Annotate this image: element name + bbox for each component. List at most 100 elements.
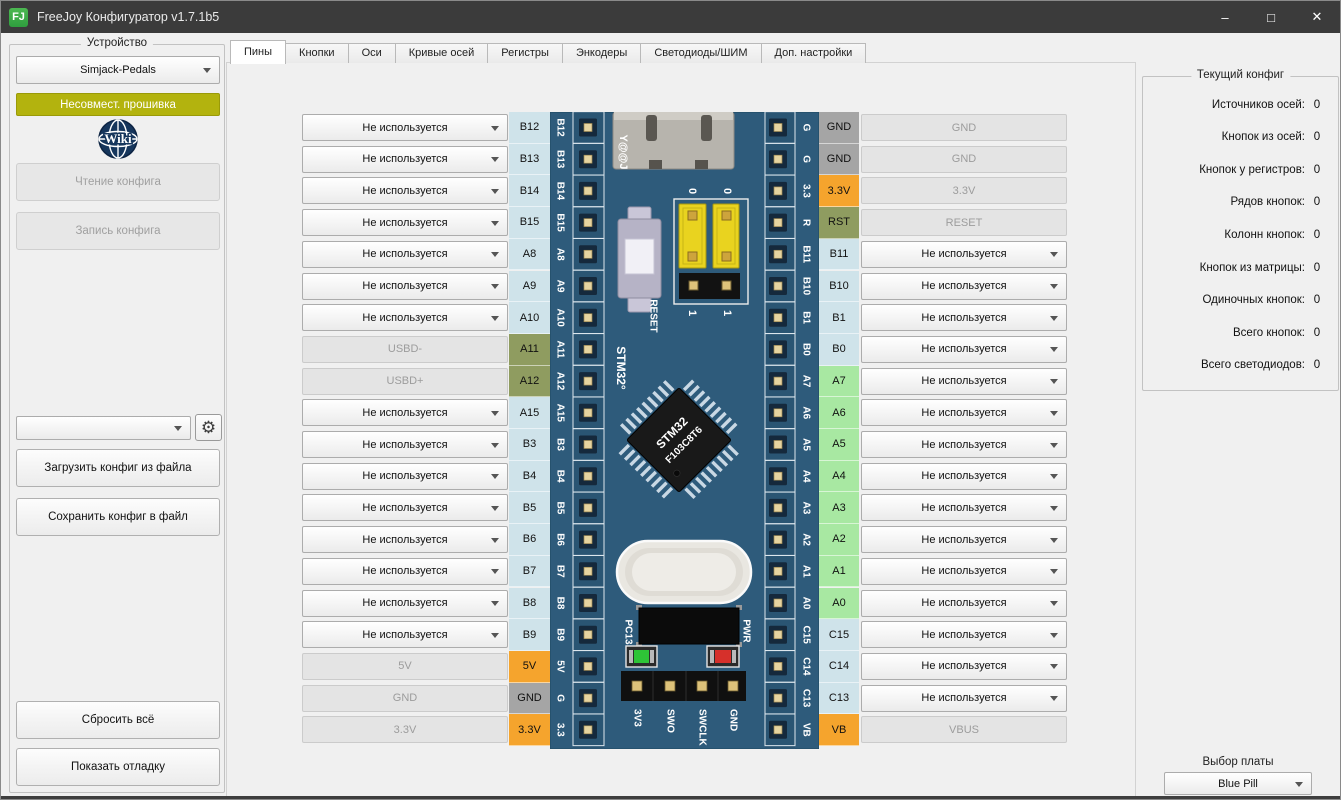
stat-row: Кнопок из осей:0 <box>1151 130 1329 145</box>
silkscreen-label: B13 <box>555 150 566 169</box>
stm32-silk-label: STM32° <box>614 346 628 390</box>
pin-select-A3[interactable]: Не используется <box>861 494 1067 521</box>
silkscreen-label: A9 <box>555 280 566 293</box>
minimize-button[interactable]: – <box>1202 1 1248 33</box>
tab-Светодиоды/ШИМ[interactable]: Светодиоды/ШИМ <box>640 43 761 63</box>
stat-row: Кнопок у регистров:0 <box>1151 162 1329 177</box>
pin-select-A0[interactable]: Не используется <box>861 590 1067 617</box>
dropdown-arrow-icon <box>1050 538 1058 543</box>
pin-label-right-C15: C15 <box>819 619 859 651</box>
dropdown-arrow-icon <box>1050 443 1058 448</box>
pin-fixed-RST: RESET <box>861 209 1067 236</box>
pin-select-value: Не используется <box>921 248 1006 260</box>
maximize-button[interactable]: □ <box>1248 1 1294 33</box>
pin-label-right-B10: B10 <box>819 271 859 303</box>
pin-select-A10[interactable]: Не используется <box>302 304 508 331</box>
pin-select-B4[interactable]: Не используется <box>302 463 508 490</box>
dropdown-arrow-icon <box>491 601 499 606</box>
silkscreen-label: 1 <box>721 310 733 316</box>
tab-Энкодеры[interactable]: Энкодеры <box>562 43 641 63</box>
pin-label-left-A9: A9 <box>509 271 550 303</box>
pin-select-value: Не используется <box>362 248 447 260</box>
stat-label: Одиночных кнопок: <box>1151 294 1305 306</box>
pin-select-B13[interactable]: Не используется <box>302 146 508 173</box>
dropdown-arrow-icon <box>491 633 499 638</box>
pin-select-B3[interactable]: Не используется <box>302 431 508 458</box>
dropdown-arrow-icon <box>1050 411 1058 416</box>
pin-select-A2[interactable]: Не используется <box>861 526 1067 553</box>
stat-label: Всего кнопок: <box>1151 327 1305 339</box>
tab-Доп. настройки[interactable]: Доп. настройки <box>761 43 867 63</box>
pin-select-B5[interactable]: Не используется <box>302 494 508 521</box>
pin-select-C15[interactable]: Не используется <box>861 621 1067 648</box>
pin-select-C14[interactable]: Не используется <box>861 653 1067 680</box>
pin-select-value: Не используется <box>921 692 1006 704</box>
show-debug-button[interactable]: Показать отладку <box>16 748 220 786</box>
device-select[interactable]: Simjack-Pedals <box>16 56 220 84</box>
app-logo-icon: FJ <box>9 8 28 27</box>
pin-select-B14[interactable]: Не используется <box>302 177 508 204</box>
close-button[interactable]: ✕ <box>1294 1 1340 33</box>
tab-Кривые осей[interactable]: Кривые осей <box>395 43 488 63</box>
pin-select-A15[interactable]: Не используется <box>302 399 508 426</box>
crystal-8mhz <box>636 605 742 647</box>
pin-select-B15[interactable]: Не используется <box>302 209 508 236</box>
pin-label-right-B11: B11 <box>819 239 859 271</box>
pin-select-B7[interactable]: Не используется <box>302 558 508 585</box>
pin-select-B1[interactable]: Не используется <box>861 304 1067 331</box>
write-config-button[interactable]: Запись конфига <box>16 212 220 250</box>
pin-select-value: Не используется <box>362 185 447 197</box>
pin-select-A7[interactable]: Не используется <box>861 368 1067 395</box>
dropdown-arrow-icon <box>174 426 182 431</box>
tab-Оси[interactable]: Оси <box>348 43 396 63</box>
pin-select-A8[interactable]: Не используется <box>302 241 508 268</box>
stat-row: Всего светодиодов:0 <box>1151 358 1329 373</box>
pin-select-B6[interactable]: Не используется <box>302 526 508 553</box>
silkscreen-label: A2 <box>801 533 812 546</box>
pin-select-value: Не используется <box>362 565 447 577</box>
silkscreen-label: 3.3 <box>555 723 566 737</box>
pin-label-left-B8: B8 <box>509 588 550 620</box>
pin-label-left-B5: B5 <box>509 492 550 524</box>
pin-select-B0[interactable]: Не используется <box>861 336 1067 363</box>
dropdown-arrow-icon <box>491 506 499 511</box>
silkscreen-label: A8 <box>555 248 566 261</box>
reset-all-button[interactable]: Сбросить всё <box>16 701 220 739</box>
load-config-button[interactable]: Загрузить конфиг из файла <box>16 449 220 487</box>
stat-row: Рядов кнопок:0 <box>1151 195 1329 210</box>
crystal-oscillator <box>617 541 751 603</box>
silkscreen-label: A11 <box>555 341 566 359</box>
silkscreen-label: B12 <box>555 118 566 137</box>
silkscreen-label: SWCLK <box>697 709 708 746</box>
stat-label: Кнопок у регистров: <box>1151 164 1305 176</box>
wiki-link[interactable]: Wiki <box>96 117 140 161</box>
freejoy-window: FJ FreeJoy Конфигуратор v1.7.1b5 – □ ✕ У… <box>0 0 1341 800</box>
close-icon: ✕ <box>1312 9 1323 25</box>
dropdown-arrow-icon <box>1050 696 1058 701</box>
pin-select-B12[interactable]: Не используется <box>302 114 508 141</box>
preset-select[interactable] <box>16 416 191 440</box>
pin-select-B11[interactable]: Не используется <box>861 241 1067 268</box>
settings-button[interactable]: ⚙ <box>195 414 222 441</box>
pin-select-C13[interactable]: Не используется <box>861 685 1067 712</box>
pin-select-A6[interactable]: Не используется <box>861 399 1067 426</box>
dropdown-arrow-icon <box>1295 782 1303 787</box>
maximize-icon: □ <box>1267 10 1275 25</box>
read-config-button[interactable]: Чтение конфига <box>16 163 220 201</box>
tab-Кнопки[interactable]: Кнопки <box>285 43 349 63</box>
tab-Регистры[interactable]: Регистры <box>487 43 563 63</box>
pin-select-A9[interactable]: Не используется <box>302 273 508 300</box>
pin-select-B8[interactable]: Не используется <box>302 590 508 617</box>
board-select[interactable]: Blue Pill <box>1164 772 1312 795</box>
pin-select-B10[interactable]: Не используется <box>861 273 1067 300</box>
save-config-button[interactable]: Сохранить конфиг в файл <box>16 498 220 536</box>
pin-select-A5[interactable]: Не используется <box>861 431 1067 458</box>
pin-select-value: Не используется <box>362 629 447 641</box>
tab-Пины[interactable]: Пины <box>230 40 286 64</box>
pin-select-B9[interactable]: Не используется <box>302 621 508 648</box>
pin-select-A1[interactable]: Не используется <box>861 558 1067 585</box>
pin-label-right-C14: C14 <box>819 651 859 683</box>
pin-select-A4[interactable]: Не используется <box>861 463 1067 490</box>
stat-row: Источников осей:0 <box>1151 97 1329 112</box>
firmware-warning-button[interactable]: Несовмест. прошивка <box>16 93 220 116</box>
